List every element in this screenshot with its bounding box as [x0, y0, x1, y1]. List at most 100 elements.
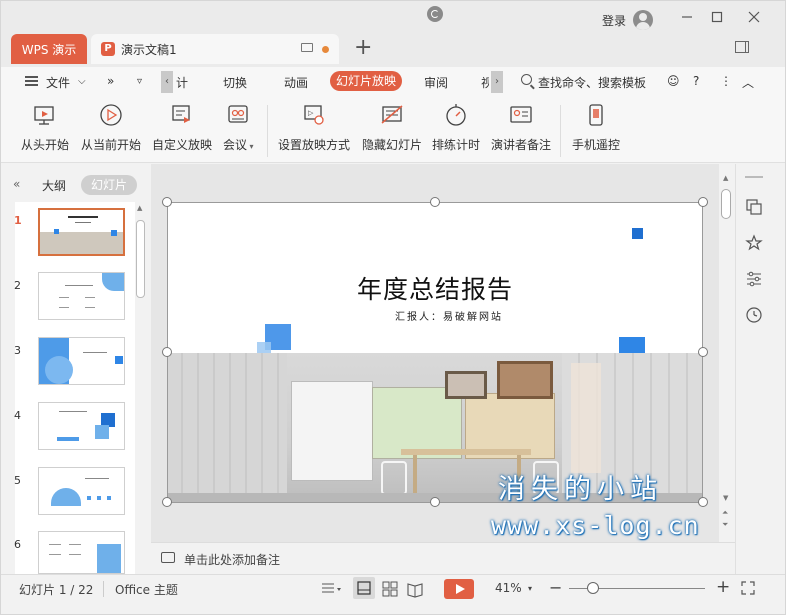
- hide-slide-button[interactable]: 隐藏幻灯片: [362, 103, 422, 153]
- align-menu-icon[interactable]: [321, 582, 343, 596]
- custom-slideshow-button[interactable]: 自定义放映: [152, 103, 212, 153]
- zoom-level[interactable]: 41%: [495, 581, 522, 595]
- slide-thumbnail-2[interactable]: [38, 272, 125, 320]
- tab-outline[interactable]: 大纲: [42, 177, 66, 194]
- close-button[interactable]: [744, 9, 764, 29]
- zoom-slider-knob[interactable]: [587, 582, 599, 594]
- resize-handle[interactable]: [698, 347, 708, 357]
- tab-slideshow[interactable]: 幻灯片放映: [330, 71, 402, 91]
- slideshow-settings-icon: ▷: [304, 105, 324, 125]
- hide-slide-icon: [381, 105, 403, 124]
- normal-view-icon: [357, 581, 371, 595]
- resize-handle[interactable]: [698, 497, 708, 507]
- sliders-icon[interactable]: [745, 270, 763, 288]
- new-tab-button[interactable]: +: [354, 37, 372, 59]
- meeting-button[interactable]: 会议 ▾: [223, 103, 254, 153]
- slideshow-settings-button[interactable]: ▷ 设置放映方式: [278, 103, 350, 153]
- tabs-scroll-left[interactable]: ‹: [161, 71, 173, 93]
- scroll-down-icon[interactable]: ▼: [723, 494, 728, 502]
- svg-text:▷: ▷: [308, 109, 314, 117]
- maximize-icon: [711, 11, 723, 23]
- phone-remote-button[interactable]: 手机遥控: [572, 103, 620, 153]
- normal-view-button[interactable]: [353, 577, 375, 599]
- tab-animation[interactable]: 动画: [284, 74, 308, 91]
- more-options-icon[interactable]: ⋮: [720, 74, 732, 88]
- play-from-current-button[interactable]: 从当前开始: [81, 103, 141, 153]
- resize-handle[interactable]: [162, 197, 172, 207]
- editor-scrollbar[interactable]: ▲ ▼ ⏶ ⏷: [719, 164, 735, 542]
- object-icon[interactable]: [745, 198, 763, 216]
- resize-handle[interactable]: [162, 347, 172, 357]
- tab-view[interactable]: 视: [481, 74, 489, 91]
- help-icon[interactable]: ?: [693, 74, 699, 88]
- tab-design[interactable]: 计: [176, 74, 188, 91]
- chevron-down-icon[interactable]: ⌵: [78, 76, 86, 87]
- next-slide-icon[interactable]: ⏷: [722, 520, 728, 530]
- collapse-pane-button[interactable]: «: [13, 177, 20, 191]
- slide-canvas[interactable]: 年度总结报告 汇报人：易破解网站: [167, 202, 703, 503]
- notes-placeholder[interactable]: 单击此处添加备注: [184, 551, 280, 568]
- status-bar: 幻灯片 1 / 22 Office 主题 41% ▾ − +: [1, 574, 785, 602]
- tab-review[interactable]: 审阅: [424, 74, 448, 91]
- theme-name[interactable]: Office 主题: [115, 581, 178, 598]
- reading-view-icon[interactable]: [406, 580, 424, 598]
- slide-thumbnail-list: [15, 202, 135, 574]
- slide-counter: 幻灯片 1 / 22: [19, 583, 94, 597]
- slide-thumbnail-1[interactable]: [38, 208, 125, 256]
- zoom-out-button[interactable]: −: [549, 578, 562, 597]
- login-link[interactable]: 登录: [602, 12, 626, 29]
- monitor-icon[interactable]: [301, 43, 313, 52]
- ribbon-separator: [560, 105, 561, 157]
- quick-access-dropdown-icon[interactable]: ▿: [137, 76, 142, 87]
- tab-slides[interactable]: 幻灯片: [81, 175, 137, 195]
- slide-number: 4: [14, 409, 21, 422]
- minimize-button[interactable]: [677, 9, 697, 29]
- rehearse-timing-button[interactable]: 排练计时: [432, 103, 480, 153]
- scrollbar-thumb[interactable]: [136, 220, 145, 298]
- slide-subtitle[interactable]: 汇报人：易破解网站: [395, 308, 503, 323]
- play-from-start-icon: [34, 106, 54, 125]
- slide-thumbnail-5[interactable]: [38, 467, 125, 515]
- avatar-icon[interactable]: [633, 10, 653, 30]
- resize-handle[interactable]: [430, 497, 440, 507]
- zoom-in-button[interactable]: +: [716, 577, 730, 597]
- slide-title[interactable]: 年度总结报告: [167, 270, 703, 306]
- slide-thumbnail-6[interactable]: [38, 531, 125, 574]
- menu-more[interactable]: »: [107, 74, 114, 88]
- notes-pane[interactable]: 单击此处添加备注: [151, 542, 735, 574]
- close-icon: [748, 11, 760, 23]
- resize-handle[interactable]: [698, 197, 708, 207]
- document-tab-label: 演示文稿1: [121, 42, 177, 57]
- resize-handle[interactable]: [430, 197, 440, 207]
- side-panel-icon[interactable]: [735, 41, 749, 53]
- scroll-up-icon[interactable]: ▲: [723, 174, 728, 182]
- scroll-up-icon[interactable]: ▲: [137, 204, 142, 212]
- tab-transition[interactable]: 切换: [223, 74, 247, 91]
- star-icon[interactable]: [745, 234, 763, 252]
- command-search[interactable]: 查找命令、搜索模板: [538, 74, 646, 91]
- maximize-button[interactable]: [707, 9, 727, 29]
- prev-slide-icon[interactable]: ⏶: [722, 508, 728, 518]
- ribbon: 从头开始 从当前开始 自定义放映 会议 ▾ ▷ 设置放映方式 隐藏幻灯片 排练计…: [1, 97, 785, 163]
- zoom-dropdown-icon[interactable]: ▾: [528, 584, 532, 593]
- history-icon[interactable]: [745, 306, 763, 324]
- presenter-notes-button[interactable]: 演讲者备注: [491, 103, 551, 153]
- slide-thumbnail-3[interactable]: [38, 337, 125, 385]
- tab-wps-home[interactable]: WPS 演示: [11, 34, 87, 64]
- start-slideshow-button[interactable]: [444, 579, 474, 599]
- slide-thumbnail-4[interactable]: [38, 402, 125, 450]
- resize-handle[interactable]: [162, 497, 172, 507]
- tab-document[interactable]: P 演示文稿1: [91, 34, 339, 64]
- fit-window-icon[interactable]: [741, 581, 755, 595]
- play-from-start-button[interactable]: 从头开始: [21, 103, 69, 153]
- scrollbar-thumb[interactable]: [721, 189, 731, 219]
- status-divider: [103, 581, 104, 597]
- collapse-ribbon-icon[interactable]: ︿: [742, 74, 754, 91]
- hamburger-icon[interactable]: [25, 76, 38, 86]
- feedback-icon[interactable]: ☺: [667, 74, 680, 88]
- rotate-handle[interactable]: [427, 6, 443, 22]
- thumbnail-scrollbar[interactable]: ▲: [135, 202, 147, 574]
- menu-file[interactable]: 文件: [46, 74, 70, 91]
- slide-sorter-icon[interactable]: [381, 580, 399, 598]
- tabs-scroll-right[interactable]: ›: [491, 71, 503, 93]
